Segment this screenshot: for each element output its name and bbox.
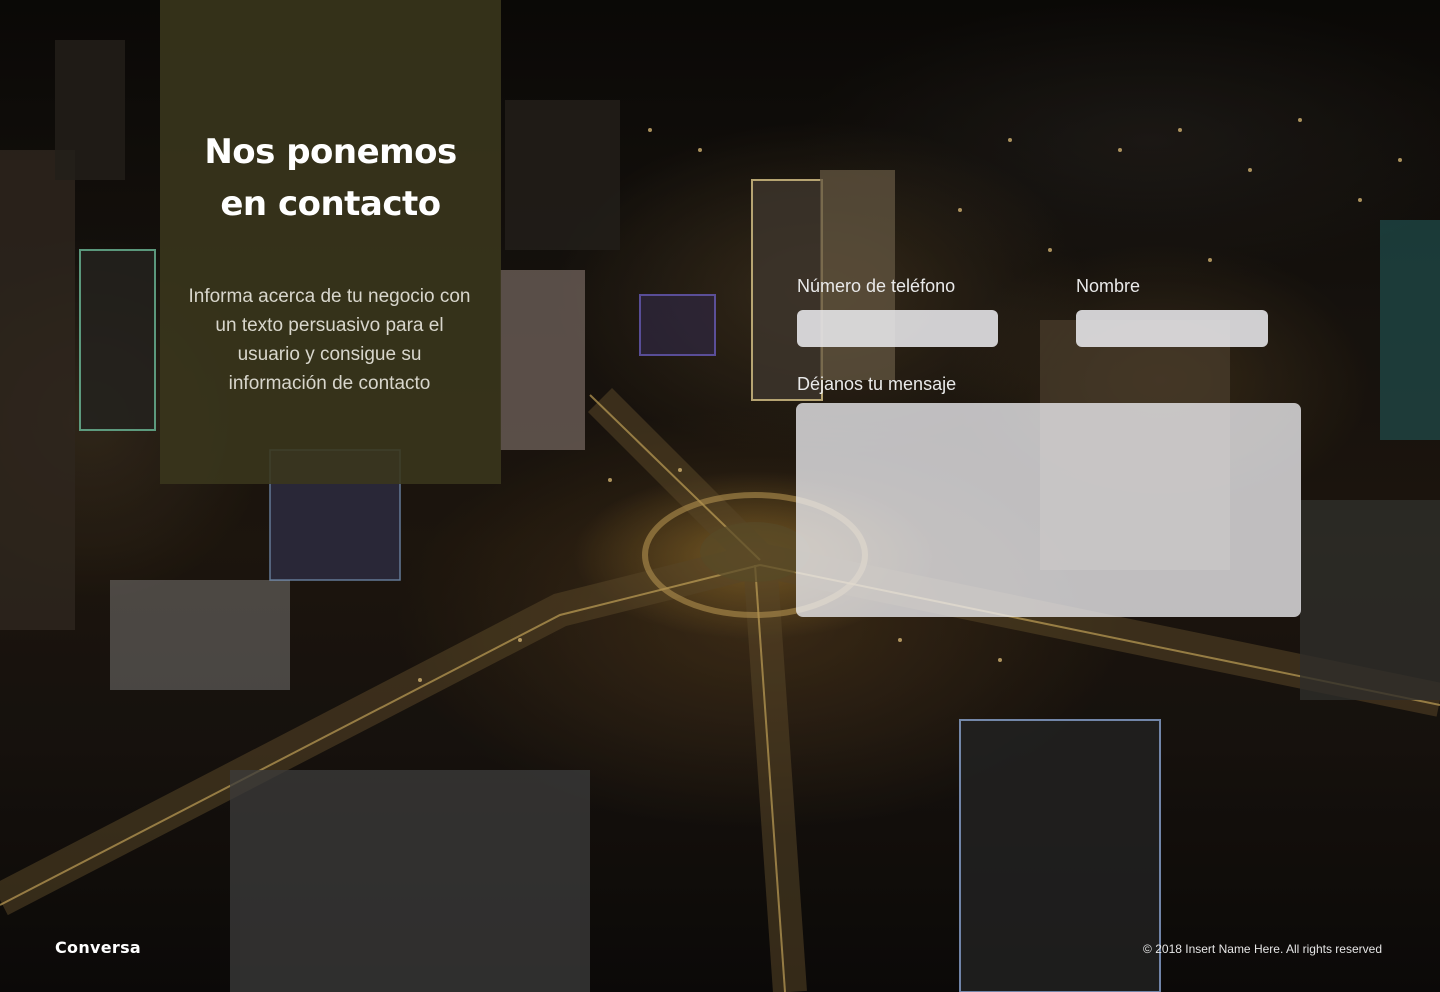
- name-label: Nombre: [1076, 276, 1141, 296]
- message-label: Déjanos tu mensaje: [797, 374, 957, 394]
- page-title: Nos ponemos en contacto: [204, 132, 457, 224]
- brand-logo-text[interactable]: Conversa: [55, 938, 141, 957]
- contact-info-panel: Nos ponemos en contacto Informa acerca d…: [160, 0, 501, 484]
- page-description: Informa acerca de tu negocio con un text…: [188, 286, 471, 394]
- copyright-text: © 2018 Insert Name Here. All rights rese…: [1143, 942, 1382, 956]
- message-textarea[interactable]: [796, 403, 1301, 617]
- phone-label: Número de teléfono: [797, 276, 956, 296]
- phone-input[interactable]: [797, 310, 998, 347]
- name-input[interactable]: [1076, 310, 1268, 347]
